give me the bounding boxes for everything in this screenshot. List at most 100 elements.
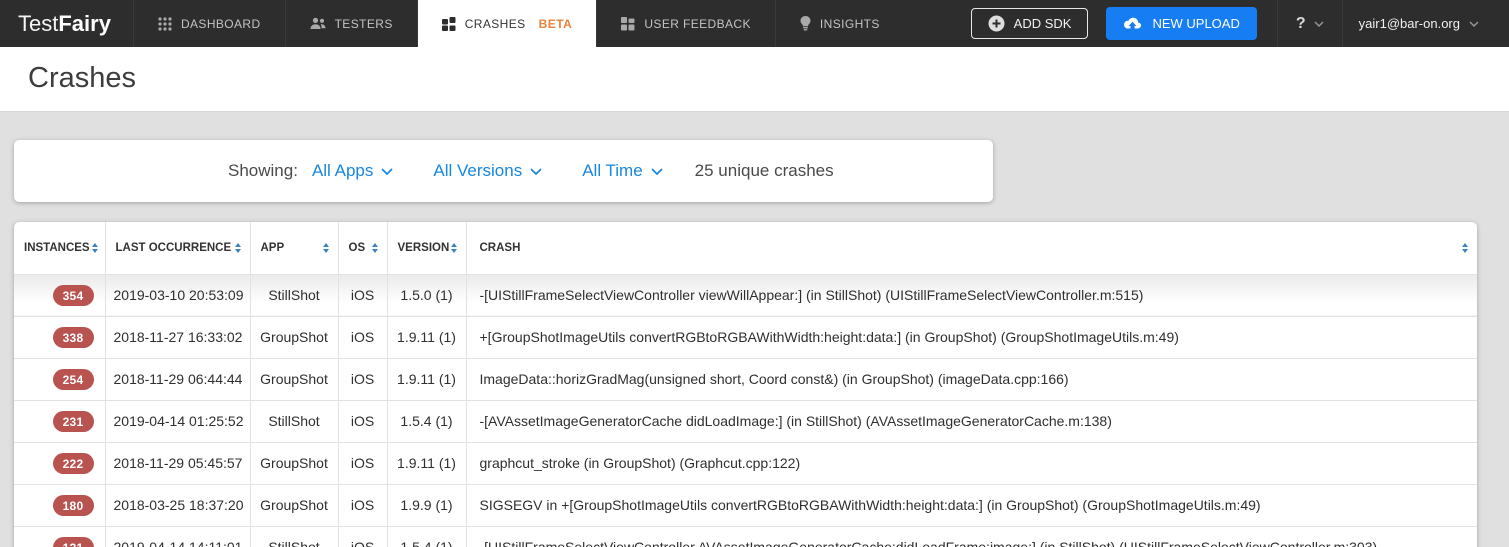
instances-cell: 180	[14, 484, 105, 526]
app-cell: GroupShot	[250, 316, 338, 358]
table-row[interactable]: 180 2018-03-25 18:37:20 GroupShot iOS 1.…	[14, 484, 1477, 526]
dashboard-grid-icon	[158, 17, 172, 31]
nav-spacer	[904, 0, 971, 47]
instances-cell: 354	[14, 274, 105, 316]
filter-bar: Showing: All Apps All Versions All Time …	[14, 140, 993, 202]
sort-icon	[92, 243, 98, 253]
version-filter-value: All Versions	[433, 161, 522, 181]
tab-user-feedback[interactable]: USER FEEDBACK	[596, 0, 775, 47]
last-occurrence-cell: 2018-11-27 16:33:02	[105, 316, 250, 358]
column-header-instances[interactable]: INSTANCES	[14, 222, 105, 274]
nav-right-actions: ADD SDK NEW UPLOAD ? yair1@bar-on.org	[971, 0, 1509, 47]
testers-icon	[310, 17, 326, 30]
version-filter-dropdown[interactable]: All Versions	[433, 161, 542, 181]
column-header-crash[interactable]: CRASH	[466, 222, 1477, 274]
instances-badge: 354	[53, 285, 94, 306]
version-cell: 1.9.11 (1)	[387, 316, 466, 358]
new-upload-button[interactable]: NEW UPLOAD	[1106, 7, 1256, 40]
tab-testers[interactable]: TESTERS	[285, 0, 417, 47]
crash-cell: graphcut_stroke (in GroupShot) (Graphcut…	[466, 442, 1477, 484]
cloud-upload-icon	[1123, 17, 1142, 31]
sort-icon	[323, 243, 329, 253]
instances-badge: 222	[53, 453, 94, 474]
sort-icon	[1462, 243, 1468, 253]
tab-insights[interactable]: INSIGHTS	[775, 0, 904, 47]
user-email: yair1@bar-on.org	[1359, 16, 1460, 31]
tab-label: INSIGHTS	[820, 17, 880, 31]
sort-icon	[451, 243, 457, 253]
add-circle-icon	[988, 15, 1005, 32]
column-label: APP	[261, 242, 285, 254]
table-row[interactable]: 121 2019-04-14 14:11:01 StillShot iOS 1.…	[14, 526, 1477, 547]
table-header-row: INSTANCES LAST OCCURRENCE APP OS VERSION	[14, 222, 1477, 274]
tab-crashes[interactable]: CRASHES BETA	[417, 0, 597, 47]
new-upload-label: NEW UPLOAD	[1152, 16, 1239, 31]
column-header-last-occurrence[interactable]: LAST OCCURRENCE	[105, 222, 250, 274]
help-menu[interactable]: ?	[1277, 0, 1342, 47]
crash-cell: -[UIStillFrameSelectViewController viewW…	[466, 274, 1477, 316]
sort-icon	[372, 243, 378, 253]
version-cell: 1.9.11 (1)	[387, 358, 466, 400]
instances-badge: 180	[53, 495, 94, 516]
last-occurrence-cell: 2018-11-29 06:44:44	[105, 358, 250, 400]
chevron-down-icon	[530, 168, 542, 175]
table-row[interactable]: 338 2018-11-27 16:33:02 GroupShot iOS 1.…	[14, 316, 1477, 358]
add-sdk-label: ADD SDK	[1014, 16, 1072, 31]
user-account-menu[interactable]: yair1@bar-on.org	[1342, 0, 1495, 47]
app-cell: StillShot	[250, 526, 338, 547]
column-header-app[interactable]: APP	[250, 222, 338, 274]
os-cell: iOS	[338, 442, 387, 484]
table-row[interactable]: 354 2019-03-10 20:53:09 StillShot iOS 1.…	[14, 274, 1477, 316]
table-row[interactable]: 222 2018-11-29 05:45:57 GroupShot iOS 1.…	[14, 442, 1477, 484]
crash-cell: -[UIStillFrameSelectViewController AVAss…	[466, 526, 1477, 547]
chevron-down-icon	[1469, 21, 1479, 27]
app-cell: GroupShot	[250, 442, 338, 484]
last-occurrence-cell: 2018-03-25 18:37:20	[105, 484, 250, 526]
instances-badge: 121	[53, 537, 94, 547]
crash-table: INSTANCES LAST OCCURRENCE APP OS VERSION	[14, 222, 1477, 547]
table-row[interactable]: 254 2018-11-29 06:44:44 GroupShot iOS 1.…	[14, 358, 1477, 400]
showing-label: Showing:	[228, 161, 298, 181]
instances-cell: 254	[14, 358, 105, 400]
os-cell: iOS	[338, 400, 387, 442]
app-filter-dropdown[interactable]: All Apps	[312, 161, 393, 181]
table-row[interactable]: 231 2019-04-14 01:25:52 StillShot iOS 1.…	[14, 400, 1477, 442]
testfairy-logo[interactable]: TestFairy	[0, 0, 133, 47]
chevron-down-icon	[1314, 21, 1324, 27]
instances-badge: 254	[53, 369, 94, 390]
help-icon: ?	[1296, 15, 1306, 33]
column-header-version[interactable]: VERSION	[387, 222, 466, 274]
crash-cell: -[AVAssetImageGeneratorCache didLoadImag…	[466, 400, 1477, 442]
app-cell: GroupShot	[250, 484, 338, 526]
last-occurrence-cell: 2019-03-10 20:53:09	[105, 274, 250, 316]
os-cell: iOS	[338, 484, 387, 526]
column-header-os[interactable]: OS	[338, 222, 387, 274]
user-feedback-icon	[621, 17, 635, 31]
tab-dashboard[interactable]: DASHBOARD	[133, 0, 285, 47]
instances-cell: 121	[14, 526, 105, 547]
unique-crashes-count: 25 unique crashes	[695, 161, 834, 181]
column-label: CRASH	[480, 242, 521, 254]
logo-text-fairy: Fairy	[58, 11, 111, 37]
add-sdk-button[interactable]: ADD SDK	[971, 8, 1089, 39]
column-label: OS	[349, 242, 366, 254]
chevron-down-icon	[651, 168, 663, 175]
version-cell: 1.5.4 (1)	[387, 400, 466, 442]
os-cell: iOS	[338, 358, 387, 400]
app-cell: GroupShot	[250, 358, 338, 400]
last-occurrence-cell: 2019-04-14 01:25:52	[105, 400, 250, 442]
os-cell: iOS	[338, 526, 387, 547]
crash-cell: +[GroupShotImageUtils convertRGBtoRGBAWi…	[466, 316, 1477, 358]
version-cell: 1.9.9 (1)	[387, 484, 466, 526]
os-cell: iOS	[338, 274, 387, 316]
chevron-down-icon	[381, 168, 393, 175]
app-cell: StillShot	[250, 400, 338, 442]
last-occurrence-cell: 2018-11-29 05:45:57	[105, 442, 250, 484]
crash-table-body: 354 2019-03-10 20:53:09 StillShot iOS 1.…	[14, 274, 1477, 547]
tab-label: CRASHES	[465, 17, 526, 31]
time-filter-dropdown[interactable]: All Time	[582, 161, 662, 181]
instances-badge: 231	[53, 411, 94, 432]
top-navigation-bar: TestFairy DASHBOARD TESTERS	[0, 0, 1509, 47]
os-cell: iOS	[338, 316, 387, 358]
version-cell: 1.5.0 (1)	[387, 274, 466, 316]
